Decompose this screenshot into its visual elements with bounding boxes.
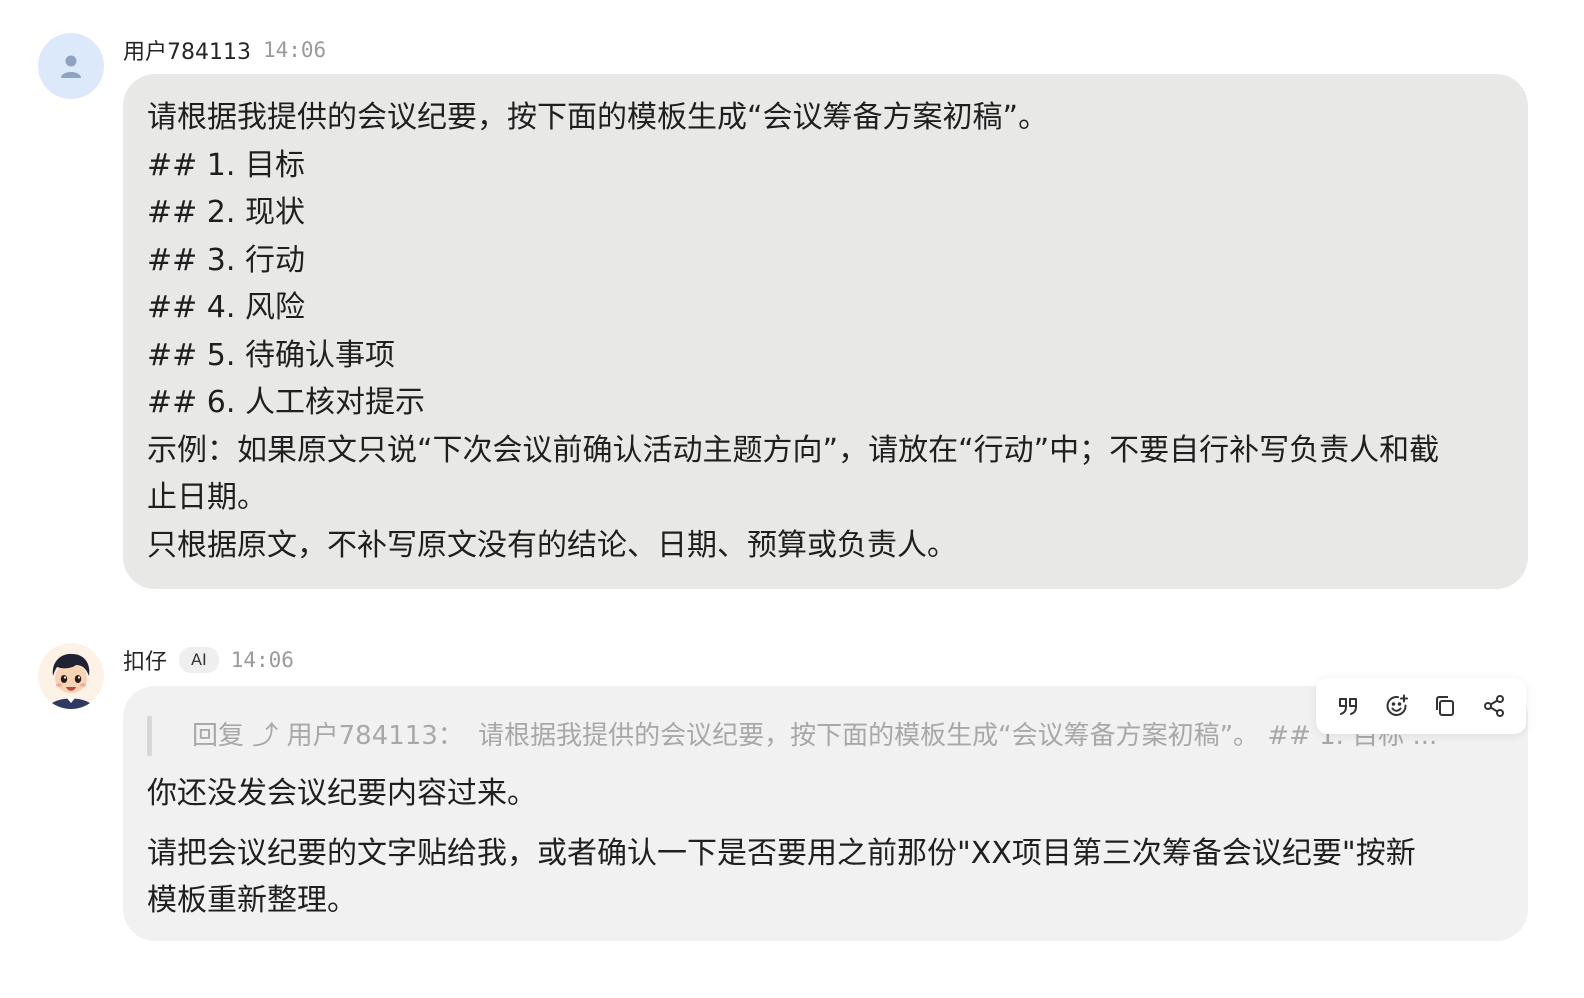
message-line: 示例：如果原文只说“下次会议前确认活动主题方向”，请放在“行动”中；不要自行补写… <box>147 432 1440 468</box>
message-line: 请把会议纪要的文字贴给我，或者确认一下是否要用之前那份"XX项目第三次筹备会议纪… <box>147 835 1416 871</box>
person-icon <box>61 55 81 78</box>
quote-icon <box>1339 698 1358 715</box>
sender-name[interactable]: 扣仔 <box>123 644 167 676</box>
message-line: 止日期。 <box>147 480 267 515</box>
reply-quote[interactable]: 回复 ⤴ 用户784113： 请根据我提供的会议纪要，按下面的模板生成“会议筹备… <box>147 716 1504 756</box>
message-header: 扣仔 AI 14:06 <box>123 644 294 676</box>
message-bubble[interactable]: 请根据我提供的会议纪要，按下面的模板生成“会议筹备方案初稿”。 ## 1. 目标… <box>123 74 1528 589</box>
message-line: ## 4. 风险 <box>147 290 305 325</box>
message-line: ## 6. 人工核对提示 <box>147 385 425 420</box>
reply-text: 请根据我提供的会议纪要，按下面的模板生成“会议筹备方案初稿”。 ## 1. 目标… <box>478 721 1438 751</box>
ai-badge: AI <box>179 647 219 673</box>
quote-button[interactable] <box>1330 688 1366 724</box>
share-icon <box>1483 695 1504 717</box>
timestamp: 14:06 <box>262 38 327 62</box>
message-line: 请根据我提供的会议纪要，按下面的模板生成“会议筹备方案初稿”。 <box>147 100 1049 135</box>
reply-prefix: 回复 <box>192 721 245 751</box>
ai-avatar[interactable] <box>38 643 104 709</box>
timestamp: 14:06 <box>230 648 294 672</box>
message-line: ## 3. 行动 <box>147 242 305 278</box>
copy-icon <box>1436 696 1455 716</box>
emoji-add-icon <box>1386 694 1408 716</box>
message-line: 模板重新整理。 <box>147 883 357 918</box>
copy-button[interactable] <box>1427 688 1463 724</box>
user-avatar[interactable] <box>38 33 104 99</box>
message-line: ## 2. 现状 <box>147 195 305 230</box>
message-action-toolbar <box>1316 678 1526 734</box>
cartoon-boy-avatar-icon <box>38 643 104 709</box>
message-line: ## 1. 目标 <box>147 147 305 183</box>
reply-arrow-icon: ⤴ <box>252 721 279 751</box>
message-line: 你还没发会议纪要内容过来。 <box>147 776 537 811</box>
message-header: 用户784113 14:06 <box>123 34 326 66</box>
share-button[interactable] <box>1476 688 1512 724</box>
message-line: ## 5. 待确认事项 <box>147 337 395 373</box>
reply-target: 用户784113： <box>286 721 464 751</box>
sender-name[interactable]: 用户784113 <box>123 34 251 66</box>
message-line: 只根据原文，不补写原文没有的结论、日期、预算或负责人。 <box>147 527 957 563</box>
reaction-button[interactable] <box>1379 688 1415 724</box>
